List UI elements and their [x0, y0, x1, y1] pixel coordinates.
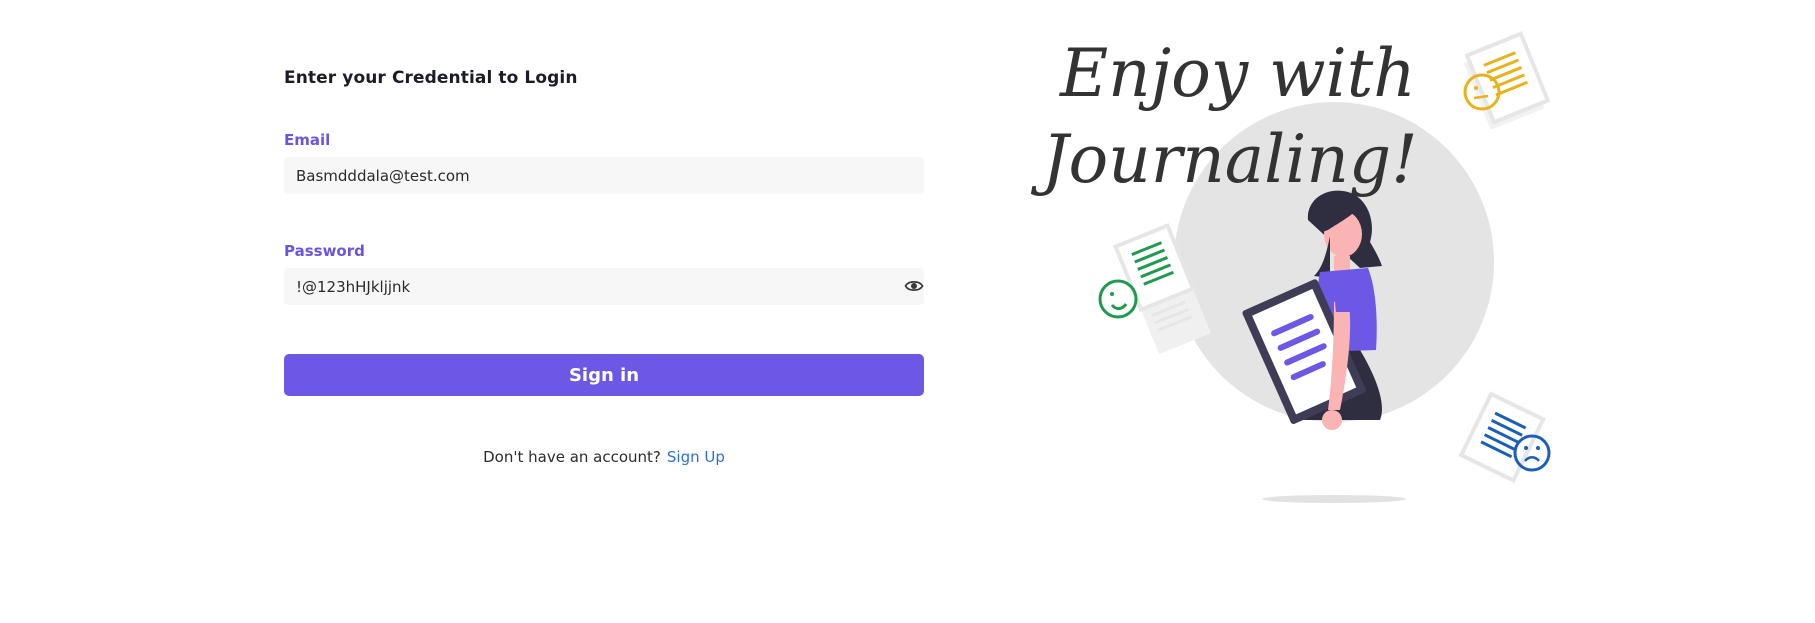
neutral-journal-page — [1463, 31, 1551, 131]
sign-in-button[interactable]: Sign in — [284, 354, 924, 396]
signup-prompt: Don't have an account? — [483, 448, 661, 466]
password-field — [284, 268, 924, 305]
floor-shadow — [1262, 495, 1406, 503]
email-field — [284, 157, 924, 194]
email-input[interactable] — [284, 157, 924, 194]
signup-row: Don't have an account? Sign Up — [284, 448, 924, 466]
smiley-face-icon — [1098, 279, 1138, 319]
login-form: Enter your Credential to Login Email Pas… — [284, 68, 924, 466]
illustration-headline-line1: Enjoy with — [1059, 35, 1416, 112]
login-page: Enter your Credential to Login Email Pas… — [0, 0, 1815, 623]
illustration-headline-line2: Journaling! — [1030, 121, 1418, 198]
journaling-illustration: Enjoy with Journaling! — [1030, 20, 1590, 520]
password-label: Password — [284, 242, 365, 260]
login-heading: Enter your Credential to Login — [284, 68, 578, 88]
password-input[interactable] — [284, 268, 924, 305]
eye-icon[interactable] — [904, 277, 924, 295]
email-label: Email — [284, 131, 331, 149]
sign-up-link[interactable]: Sign Up — [667, 448, 725, 466]
